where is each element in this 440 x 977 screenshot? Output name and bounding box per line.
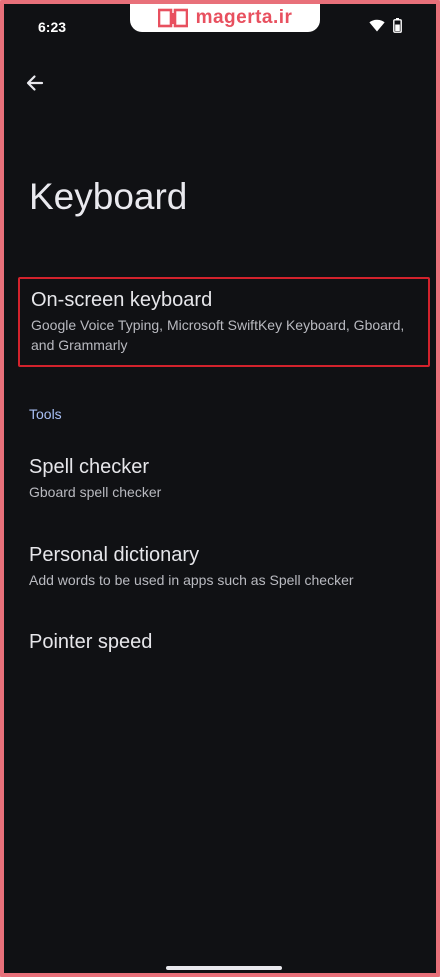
status-bar: 6:23 magerta.ir xyxy=(4,4,436,52)
battery-icon xyxy=(393,18,402,38)
setting-spell-checker[interactable]: Spell checker Gboard spell checker xyxy=(18,446,430,510)
phone-screen: 6:23 magerta.ir Keyboard On-screen keybo… xyxy=(0,0,440,977)
setting-title: On-screen keyboard xyxy=(31,289,213,311)
book-logo-icon xyxy=(157,8,188,28)
setting-subtitle: Add words to be used in apps such as Spe… xyxy=(29,572,354,588)
back-button[interactable] xyxy=(20,70,50,100)
setting-on-screen-keyboard[interactable]: On-screen keyboard Google Voice Typing, … xyxy=(18,277,430,367)
gesture-nav-handle[interactable] xyxy=(166,966,282,970)
setting-title: Personal dictionary xyxy=(29,544,200,566)
setting-personal-dictionary[interactable]: Personal dictionary Add words to be used… xyxy=(18,534,430,598)
setting-subtitle: Google Voice Typing, Microsoft SwiftKey … xyxy=(31,317,405,353)
setting-title: Spell checker xyxy=(29,456,150,478)
status-icons xyxy=(369,18,402,38)
wifi-icon xyxy=(369,19,385,37)
section-header-tools: Tools xyxy=(29,406,62,422)
setting-pointer-speed[interactable]: Pointer speed xyxy=(18,621,430,663)
arrow-left-icon xyxy=(25,73,45,98)
watermark-banner: magerta.ir xyxy=(130,4,320,32)
page-title: Keyboard xyxy=(29,176,188,217)
setting-subtitle: Gboard spell checker xyxy=(29,484,162,500)
watermark-text: magerta.ir xyxy=(195,7,293,28)
setting-title: Pointer speed xyxy=(29,631,153,653)
status-time: 6:23 xyxy=(38,19,67,35)
